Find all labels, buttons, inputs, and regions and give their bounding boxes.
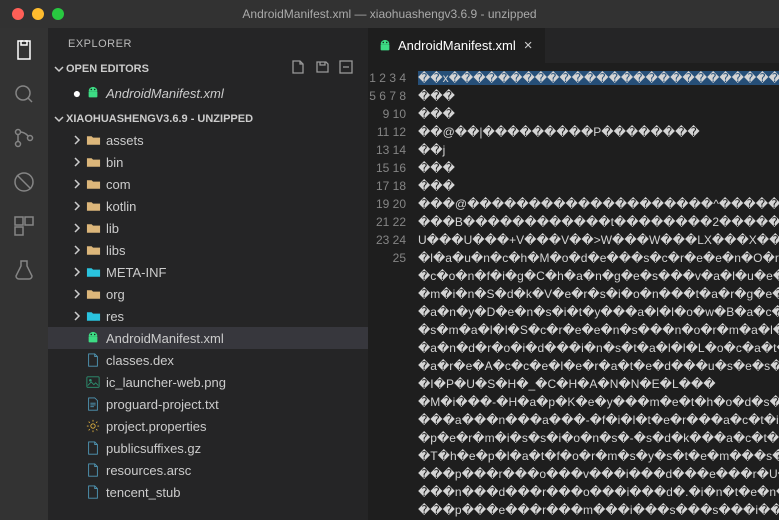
folder-row[interactable]: libs [48,239,368,261]
chevron-right-icon [70,267,84,277]
line-number-gutter: 1 2 3 4 5 6 7 8 9 10 11 12 13 14 15 16 1… [368,63,418,520]
file-blue-icon [84,441,102,455]
folder-icon [84,288,102,300]
folder-icon [84,222,102,234]
gear-icon [84,419,102,433]
folder-icon [84,244,102,256]
folder-icon [84,134,102,146]
window-controls [0,8,64,20]
source-control-icon[interactable] [10,124,38,152]
extensions-icon[interactable] [10,212,38,240]
chevron-right-icon [70,157,84,167]
folder-row[interactable]: com [48,173,368,195]
folder-row[interactable]: bin [48,151,368,173]
debug-icon[interactable] [10,168,38,196]
titlebar: AndroidManifest.xml — xiaohuashengv3.6.9… [0,0,779,28]
file-row[interactable]: project.properties [48,415,368,437]
chevron-right-icon [70,135,84,145]
tree-item-label: ic_launcher-web.png [106,375,226,390]
testing-icon[interactable] [10,256,38,284]
tree-item-label: lib [106,221,119,236]
tree-item-label: kotlin [106,199,136,214]
file-row[interactable]: resources.arsc [48,459,368,481]
image-icon [84,375,102,389]
open-editors-list: ● AndroidManifest.xml [48,81,368,110]
chevron-right-icon [70,289,84,299]
project-header[interactable]: XIAOHUASHENGV3.6.9 - UNZIPPED [48,110,368,128]
file-row[interactable]: classes.dex [48,349,368,371]
window-title: AndroidManifest.xml — xiaohuashengv3.6.9… [242,7,536,21]
folder-row[interactable]: lib [48,217,368,239]
open-editor-item[interactable]: ● AndroidManifest.xml [48,82,368,104]
chevron-down-icon [52,114,66,124]
open-editors-header[interactable]: OPEN EDITORS [48,56,368,81]
search-icon[interactable] [10,80,38,108]
folder-icon [84,178,102,190]
file-row[interactable]: proguard-project.txt [48,393,368,415]
tree-item-label: project.properties [106,419,206,434]
file-row[interactable]: publicsuffixes.gz [48,437,368,459]
tree-item-label: resources.arsc [106,463,191,478]
tree-item-label: bin [106,155,123,170]
maximize-window-button[interactable] [52,8,64,20]
editor-group: AndroidManifest.xml × 1 2 3 4 5 6 7 8 9 … [368,28,779,520]
android-icon [84,86,102,100]
folder-icon [84,200,102,212]
file-row[interactable]: AndroidManifest.xml [48,327,368,349]
folder-icon [84,266,102,278]
editor-tabs: AndroidManifest.xml × [368,28,779,63]
folder-icon [84,156,102,168]
folder-row[interactable]: org [48,283,368,305]
chevron-right-icon [70,201,84,211]
chevron-right-icon [70,179,84,189]
sidebar-title: EXPLORER [48,28,368,56]
android-icon [378,39,392,53]
project-name-label: XIAOHUASHENGV3.6.9 - UNZIPPED [66,113,253,125]
chevron-right-icon [70,223,84,233]
folder-icon [84,310,102,322]
chevron-down-icon [52,64,66,74]
tree-item-label: AndroidManifest.xml [106,331,224,346]
collapse-all-icon[interactable] [338,59,354,78]
tree-item-label: classes.dex [106,353,174,368]
dirty-indicator: ● [70,85,84,101]
tree-item-label: libs [106,243,126,258]
file-blue-icon [84,463,102,477]
open-editor-label: AndroidManifest.xml [106,86,224,101]
save-all-icon[interactable] [314,59,330,78]
tree-item-label: assets [106,133,144,148]
android-icon [84,331,102,345]
activity-bar [0,28,48,520]
tree-item-label: publicsuffixes.gz [106,441,201,456]
open-editors-actions [290,59,360,78]
tree-item-label: com [106,177,131,192]
sidebar: EXPLORER OPEN EDITORS ● AndroidManifest.… [48,28,368,520]
file-blue-icon [84,353,102,367]
tab-android-manifest[interactable]: AndroidManifest.xml × [368,28,546,63]
new-file-icon[interactable] [290,59,306,78]
chevron-right-icon [70,245,84,255]
chevron-right-icon [70,311,84,321]
folder-row[interactable]: res [48,305,368,327]
file-row[interactable]: ic_launcher-web.png [48,371,368,393]
open-editors-label: OPEN EDITORS [66,63,149,75]
folder-row[interactable]: META-INF [48,261,368,283]
file-row[interactable]: tencent_stub [48,481,368,503]
close-window-button[interactable] [12,8,24,20]
tree-item-label: proguard-project.txt [106,397,219,412]
minimize-window-button[interactable] [32,8,44,20]
file-blue-icon [84,485,102,499]
tab-label: AndroidManifest.xml [398,38,516,53]
project-tree: assets bin com kotlin lib libs META-INF org res A… [48,128,368,509]
close-icon[interactable]: × [522,37,535,54]
tree-item-label: META-INF [106,265,166,280]
folder-row[interactable]: kotlin [48,195,368,217]
tree-item-label: res [106,309,124,324]
folder-row[interactable]: assets [48,129,368,151]
editor-content[interactable]: ��x�������������������������������������… [418,63,779,520]
text-icon [84,397,102,411]
tree-item-label: org [106,287,125,302]
tree-item-label: tencent_stub [106,485,180,500]
explorer-icon[interactable] [10,36,38,64]
